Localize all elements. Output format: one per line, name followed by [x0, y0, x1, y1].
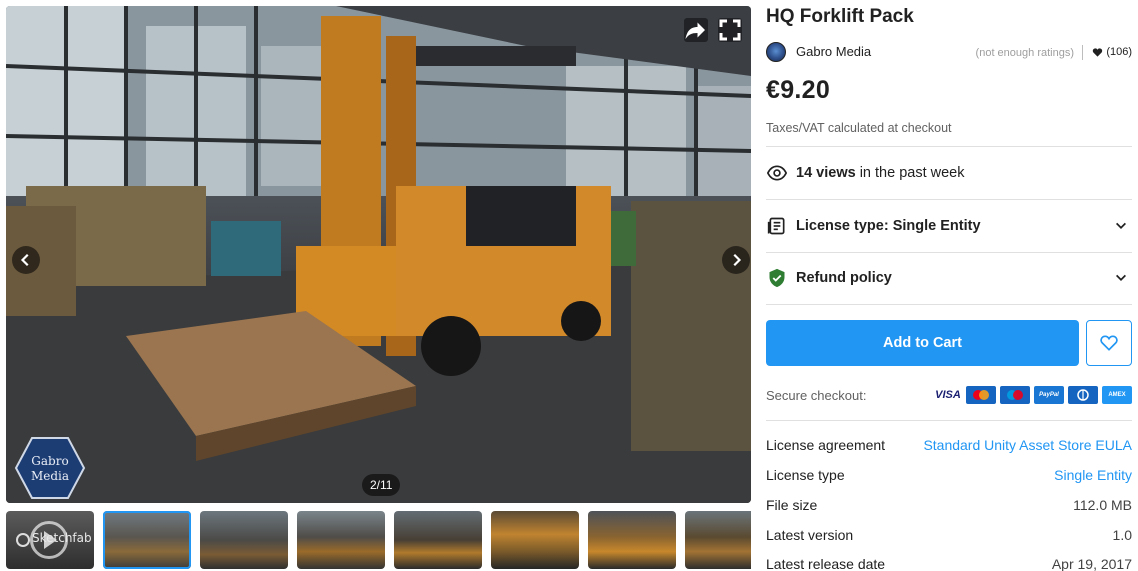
refund-policy-label: Refund policy — [796, 270, 892, 286]
views-suffix: in the past week — [855, 165, 965, 181]
spec-file-size: File size 112.0 MB — [766, 497, 1132, 515]
svg-text:Gabro: Gabro — [31, 454, 68, 468]
views-row: 14 views in the past week — [766, 161, 1132, 185]
thumbnail-image[interactable] — [685, 511, 751, 569]
spec-license-type: License type Single Entity — [766, 467, 1132, 485]
chevron-left-icon — [20, 253, 29, 267]
ratings-text: (not enough ratings) — [975, 47, 1074, 59]
maestro-icon — [1000, 386, 1030, 404]
product-details-panel: HQ Forklift Pack Gabro Media (not enough… — [766, 0, 1132, 571]
divider — [766, 304, 1132, 305]
product-title: HQ Forklift Pack — [766, 6, 914, 27]
payment-methods: VISA PayPal AMEX — [934, 386, 1132, 404]
chevron-down-icon[interactable] — [1114, 219, 1128, 233]
fullscreen-icon[interactable] — [718, 18, 742, 42]
gabro-media-logo: Gabro Media — [14, 437, 86, 499]
thumbnail-image[interactable] — [588, 511, 676, 569]
thumbnail-strip: Sketchfab — [6, 511, 751, 569]
spec-key: License agreement — [766, 437, 886, 453]
spec-latest-version: Latest version 1.0 — [766, 527, 1132, 545]
refund-policy-accordion[interactable]: Refund policy — [766, 266, 1132, 290]
views-count: 14 views — [796, 165, 856, 181]
shield-check-icon — [766, 267, 788, 289]
thumbnail-image[interactable] — [200, 511, 288, 569]
thumbnail-sketchfab[interactable]: Sketchfab — [6, 511, 94, 569]
chevron-down-icon[interactable] — [1114, 271, 1128, 285]
spec-key: Latest version — [766, 527, 854, 543]
divider — [766, 199, 1132, 200]
paypal-icon: PayPal — [1034, 386, 1064, 404]
thumbnail-image[interactable] — [394, 511, 482, 569]
spec-value: 1.0 — [1112, 527, 1132, 543]
license-type-link[interactable]: Single Entity — [1054, 467, 1132, 483]
spec-latest-release-date: Latest release date Apr 19, 2017 — [766, 556, 1132, 571]
amex-icon: AMEX — [1102, 386, 1132, 404]
product-media-viewer[interactable]: Gabro Media 2/11 — [6, 6, 751, 503]
spec-key: File size — [766, 497, 818, 513]
seller-name-link[interactable]: Gabro Media — [796, 44, 871, 59]
thumbnail-image[interactable] — [103, 511, 191, 569]
divider — [1082, 45, 1083, 60]
image-counter: 2/11 — [362, 474, 401, 496]
visa-card-icon: VISA — [934, 386, 962, 404]
tax-note: Taxes/VAT calculated at checkout — [766, 121, 952, 135]
add-to-wishlist-button[interactable] — [1086, 320, 1132, 366]
heart-icon — [1093, 47, 1103, 57]
divider — [766, 146, 1132, 147]
thumbnail-image[interactable] — [491, 511, 579, 569]
add-to-cart-button[interactable]: Add to Cart — [766, 320, 1079, 366]
favorites-count-value: (106) — [1106, 46, 1132, 58]
seller-row: Gabro Media (not enough ratings) (106) — [766, 42, 1132, 62]
secure-checkout-label: Secure checkout: — [766, 388, 867, 403]
divider — [766, 420, 1132, 421]
mastercard-icon — [966, 386, 996, 404]
license-type-accordion[interactable]: License type: Single Entity — [766, 214, 1132, 238]
favorites-count: (106) — [1092, 46, 1132, 58]
forklift-scene-image — [6, 6, 751, 503]
license-agreement-link[interactable]: Standard Unity Asset Store EULA — [923, 437, 1132, 453]
spec-key: Latest release date — [766, 556, 886, 571]
share-icon[interactable] — [684, 18, 708, 42]
spec-value: 112.0 MB — [1073, 497, 1132, 513]
sketchfab-icon — [16, 533, 30, 547]
previous-image-button[interactable] — [12, 246, 40, 274]
divider — [766, 252, 1132, 253]
svg-text:Media: Media — [31, 469, 69, 483]
diners-club-icon — [1068, 386, 1098, 404]
license-document-icon — [766, 215, 788, 237]
spec-license-agreement: License agreement Standard Unity Asset S… — [766, 437, 1132, 455]
thumbnail-image[interactable] — [297, 511, 385, 569]
heart-outline-icon — [1100, 335, 1118, 351]
seller-avatar[interactable] — [766, 42, 786, 62]
spec-value: Apr 19, 2017 — [1051, 556, 1132, 571]
product-price: €9.20 — [766, 76, 831, 104]
license-type-label: License type: Single Entity — [796, 218, 981, 234]
sketchfab-label: Sketchfab — [32, 531, 92, 545]
eye-icon — [766, 162, 788, 184]
spec-key: License type — [766, 467, 845, 483]
chevron-right-icon — [733, 253, 742, 267]
next-image-button[interactable] — [722, 246, 750, 274]
